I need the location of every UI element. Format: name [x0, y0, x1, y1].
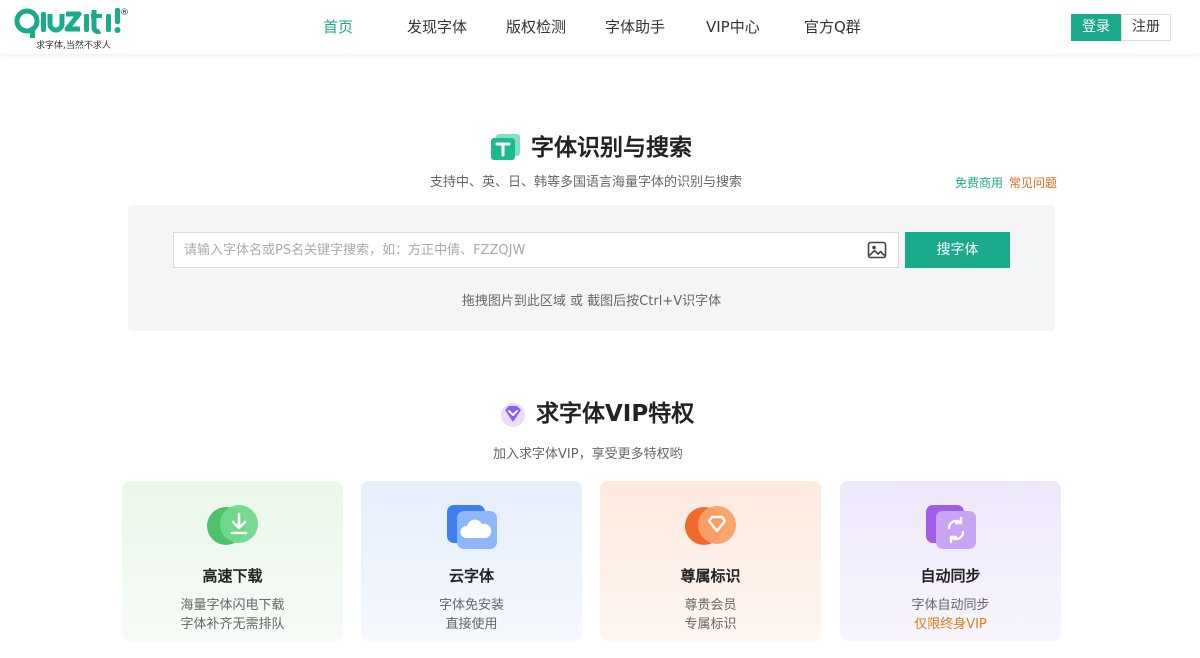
search-input[interactable] — [173, 232, 899, 268]
search-button[interactable]: 搜字体 — [905, 232, 1010, 268]
image-upload-icon[interactable] — [867, 240, 887, 260]
cloud-icon — [441, 501, 501, 551]
logo-tagline: 求字体,当然不求人 — [36, 41, 111, 51]
nav-item-qq-group[interactable]: 官方Q群 — [804, 17, 861, 37]
card-desc-line2: 直接使用 — [445, 617, 498, 632]
vip-card-cloud-font[interactable]: 云字体 字体免安装 直接使用 — [361, 481, 582, 641]
card-title: 云字体 — [448, 567, 494, 585]
nav-item-discover[interactable]: 发现字体 — [407, 17, 467, 37]
card-desc-line1: 字体自动同步 — [911, 598, 990, 613]
font-t-icon — [491, 134, 521, 161]
vip-section-subtitle: 加入求字体VIP，享受更多特权哟 — [493, 447, 683, 462]
badge-icon — [680, 501, 740, 551]
vip-diamond-icon — [499, 400, 527, 428]
card-desc-line2-lifetime-vip: 仅限终身VIP — [914, 617, 987, 632]
vip-section-title: 求字体VIP特权 — [536, 401, 695, 427]
card-title: 自动同步 — [920, 567, 981, 585]
nav-item-copyright[interactable]: 版权检测 — [506, 17, 566, 37]
register-button[interactable]: 注册 — [1121, 14, 1171, 41]
card-desc-line1: 尊贵会员 — [684, 598, 737, 613]
logo-registered-mark: ® — [120, 8, 129, 18]
card-desc-line2: 专属标识 — [684, 617, 737, 632]
vip-card-download[interactable]: 高速下载 海量字体闪电下载 字体补齐无需排队 — [122, 481, 343, 641]
vip-card-sync[interactable]: 自动同步 字体自动同步 仅限终身VIP — [840, 481, 1061, 641]
free-commercial-link[interactable]: 免费商用 — [955, 174, 1003, 191]
search-section-subtitle: 支持中、英、日、韩等多国语言海量字体的识别与搜索 — [430, 175, 743, 190]
nav-item-assistant[interactable]: 字体助手 — [605, 17, 665, 37]
sync-icon — [920, 501, 980, 551]
logo[interactable]: ® 求字体,当然不求人 — [14, 6, 134, 51]
download-icon — [202, 501, 262, 551]
search-drop-panel[interactable] — [128, 205, 1055, 331]
top-header: ® 求字体,当然不求人 首页 发现字体 版权检测 字体助手 VIP中心 官方Q群… — [0, 0, 1200, 54]
card-desc-line1: 海量字体闪电下载 — [180, 598, 285, 613]
login-button[interactable]: 登录 — [1071, 14, 1121, 41]
card-title: 尊属标识 — [680, 567, 741, 585]
card-desc-line2: 字体补齐无需排队 — [180, 617, 285, 632]
faq-link[interactable]: 常见问题 — [1009, 174, 1057, 191]
card-title: 高速下载 — [202, 567, 263, 585]
card-desc-line1: 字体免安装 — [438, 598, 504, 613]
search-section-title: 字体识别与搜索 — [531, 135, 692, 161]
vip-card-badge[interactable]: 尊属标识 尊贵会员 专属标识 — [600, 481, 821, 641]
nav-item-vip[interactable]: VIP中心 — [706, 17, 760, 37]
drag-drop-hint: 拖拽图片到此区域 或 截图后按Ctrl+V识字体 — [461, 294, 722, 309]
nav-item-home[interactable]: 首页 — [323, 17, 353, 37]
